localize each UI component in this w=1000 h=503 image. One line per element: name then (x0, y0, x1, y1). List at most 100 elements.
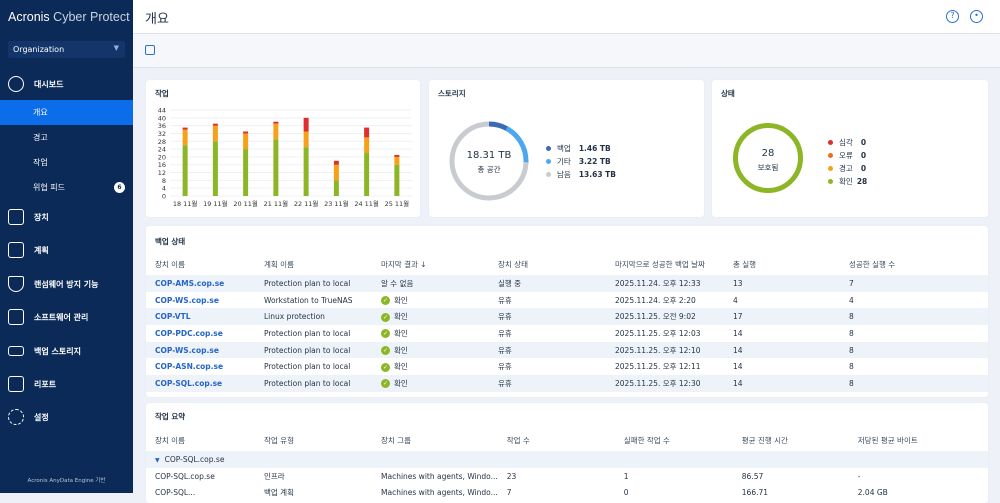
column-header[interactable]: 평균 진행 시간 (733, 429, 849, 451)
column-header[interactable]: 장치 이름 (146, 253, 255, 275)
sidebar-sub-alerts[interactable]: 경고 (0, 125, 133, 150)
bar-error[interactable] (212, 123, 218, 126)
storage-legend: 백업 1.46 TB 기타 3.22 TB 남음 13.63 TB (546, 142, 616, 181)
y-tick-label: 20 (158, 153, 166, 161)
y-tick-label: 12 (158, 169, 166, 177)
table-cell: 8 (849, 362, 854, 372)
sidebar-item-software[interactable]: 소프트웨어 관리 (0, 308, 133, 326)
check-circle-icon: ✓ (381, 312, 390, 322)
column-header[interactable]: 장치 그룹 (372, 429, 498, 451)
bar-warning[interactable] (273, 123, 279, 140)
column-header[interactable]: 마지막 결과 ↓ (372, 253, 489, 275)
account-icon[interactable]: • (970, 10, 983, 23)
bar-error[interactable] (333, 160, 339, 165)
table-row[interactable]: COP-PDC.cop.se Protection plan to local ✓ 확… (146, 325, 988, 342)
status-title: 상태 (721, 89, 735, 98)
column-header[interactable]: 실패한 작업 수 (615, 429, 733, 451)
bar-warning[interactable] (303, 131, 309, 148)
table-cell: 8 (849, 328, 854, 338)
sidebar-item-reports[interactable]: 리포트 (0, 375, 133, 393)
bar-ok[interactable] (182, 145, 188, 196)
column-header[interactable]: 작업 수 (498, 429, 615, 451)
group-row[interactable]: ▼ COP-SQL.cop.se (146, 451, 988, 468)
help-icon[interactable]: ? (946, 10, 959, 23)
bar-ok[interactable] (303, 147, 309, 196)
shield-icon (8, 276, 24, 292)
sidebar-item-ransomware[interactable]: 랜섬웨어 방지 기능 (0, 275, 133, 293)
device-link[interactable]: COP-ASN.cop.se (155, 362, 223, 371)
plans-icon (8, 242, 24, 258)
bar-error[interactable] (394, 154, 400, 157)
bar-ok[interactable] (212, 141, 218, 196)
bar-warning[interactable] (333, 164, 339, 181)
sidebar-item-settings[interactable]: 설정 (0, 408, 133, 426)
device-link[interactable]: COP-AMS.cop.se (155, 279, 224, 288)
job-summary-card: 작업 요약 장치 이름 작업 유형 장치 그룹 작업 수 실패한 작업 수 평균 진행 시… (146, 403, 988, 503)
column-header[interactable]: 장치 이름 (146, 429, 255, 451)
device-link[interactable]: COP-VTL (155, 312, 191, 321)
chevron-down-icon: ▼ (113, 44, 119, 52)
column-header[interactable]: 계획 이름 (255, 253, 372, 275)
bar-error[interactable] (364, 127, 370, 138)
device-link[interactable]: COP-WS.cop.se (155, 296, 219, 305)
sidebar-item-devices[interactable]: 장치 (0, 208, 133, 226)
table-cell: 8 (840, 341, 988, 359)
sidebar-sub-overview[interactable]: 개요 (0, 100, 133, 125)
device-link[interactable]: COP-SQL.cop.se (155, 379, 222, 388)
device-link[interactable]: COP-PDC.cop.se (155, 329, 223, 338)
table-cell: Linux protection (255, 308, 372, 326)
sidebar-item-dashboard[interactable]: 대시보드 (0, 75, 133, 93)
sidebar-item-plans[interactable]: 계획 (0, 241, 133, 259)
table-cell: ✓ 확인 (372, 308, 489, 326)
open-dashboard-icon[interactable] (145, 45, 155, 55)
bar-ok[interactable] (273, 139, 279, 196)
result-text: 확인 (394, 328, 408, 338)
sidebar-item-backup-storage[interactable]: 백업 스토리지 (0, 342, 133, 360)
job-summary-table: 장치 이름 작업 유형 장치 그룹 작업 수 실패한 작업 수 평균 진행 시간 저당된 평… (146, 429, 988, 501)
backup-status-card: 백업 상태 장치 이름 계획 이름 마지막 결과 ↓ 장치 상태 마지막으로 성공한 백… (146, 226, 988, 397)
header: 개요 ? • (133, 0, 1000, 34)
legend-critical: 심각 0 (828, 136, 867, 149)
bar-ok[interactable] (243, 149, 249, 196)
table-row[interactable]: COP-SQL.cop.se 인프라 Machines with agents, W… (146, 468, 988, 485)
bar-ok[interactable] (333, 180, 339, 196)
storage-card: 스토리지 18.31 TB 총 공간 백업 1.46 TB 기타 3.22 TB 남… (429, 80, 704, 217)
table-cell: COP-ASN.cop.se (146, 358, 255, 375)
result-text: 확인 (394, 378, 408, 388)
table-row[interactable]: COP-WS.cop.se Protection plan to local ✓ 확인… (146, 341, 988, 359)
table-cell: 2025.11.25. 오후 12:30 (606, 375, 724, 392)
chevron-down-icon[interactable]: ▼ (155, 457, 160, 464)
organization-selector[interactable]: Organization ▼ (8, 41, 125, 58)
table-row[interactable]: COP-WS.cop.se Workstation to TrueNAS ✓ 확인 유휴… (146, 292, 988, 309)
bar-warning[interactable] (212, 125, 218, 142)
table-row[interactable]: COP-ASN.cop.se Protection plan to local ✓ 확… (146, 358, 988, 375)
bar-warning[interactable] (364, 137, 370, 153)
bar-warning[interactable] (182, 129, 188, 146)
column-header[interactable]: 총 실행 (724, 253, 840, 275)
bar-warning[interactable] (243, 133, 249, 150)
legend-other: 기타 3.22 TB (546, 155, 616, 168)
sidebar-sub-threat-feed[interactable]: 위협 피드 6 (0, 175, 133, 200)
bar-error[interactable] (182, 127, 188, 130)
table-row[interactable]: COP-AMS.cop.se Protection plan to local 알 … (146, 275, 988, 292)
bar-error[interactable] (273, 121, 279, 124)
column-header[interactable]: 성공한 실행 수 (840, 253, 988, 275)
bar-error[interactable] (303, 117, 309, 132)
column-header[interactable]: 저당된 평균 바이트 (849, 429, 988, 451)
bar-error[interactable] (243, 131, 249, 134)
table-row[interactable]: COP-VTL Linux protection ✓ 확인 유휴 2025.11.25. … (146, 308, 988, 326)
sidebar-sub-activities[interactable]: 작업 (0, 150, 133, 175)
bar-warning[interactable] (394, 156, 400, 165)
legend-backup: 백업 1.46 TB (546, 142, 616, 155)
column-header[interactable]: 작업 유형 (255, 429, 372, 451)
bar-ok[interactable] (364, 153, 370, 196)
bar-ok[interactable] (394, 164, 400, 196)
table-cell: ✓ 확인 (372, 325, 489, 342)
table-cell: 14 (724, 375, 840, 392)
y-tick-label: 36 (158, 122, 166, 130)
device-link[interactable]: COP-WS.cop.se (155, 346, 219, 355)
column-header[interactable]: 장치 상태 (489, 253, 606, 275)
column-header[interactable]: 마지막으로 성공한 백업 날짜 (606, 253, 724, 275)
table-row[interactable]: COP-SQL.cop.se Protection plan to local ✓ 확… (146, 375, 988, 392)
table-cell: 7 (840, 275, 988, 292)
